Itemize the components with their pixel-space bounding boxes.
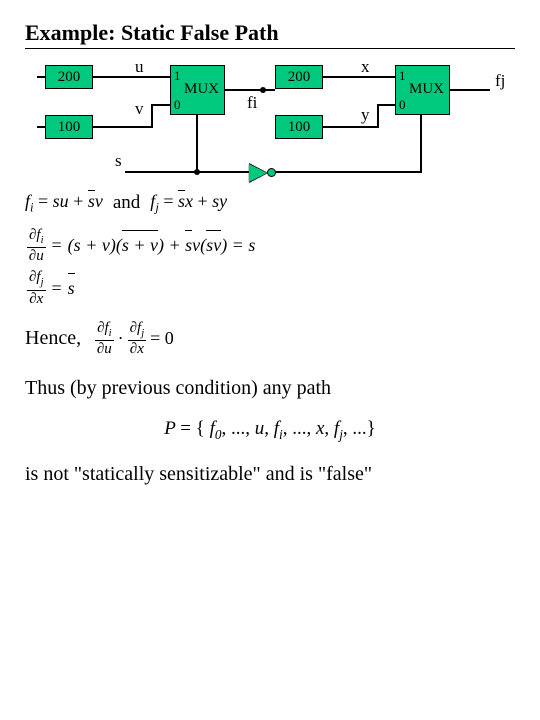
label-v: v — [135, 99, 144, 119]
label-x: x — [361, 57, 370, 77]
hence-line: Hence, ∂fi∂u · ∂fj∂x = 0 — [25, 321, 515, 358]
circuit-diagram: 200 100 u v 1 0 MUX fi 200 100 x y 1 0 M… — [25, 57, 525, 187]
block-y: 100 — [275, 115, 323, 139]
mux1-input-0: 0 — [174, 97, 181, 113]
page-title: Example: Static False Path — [25, 20, 515, 46]
block-x: 200 — [275, 65, 323, 89]
mux2-label: MUX — [409, 81, 444, 98]
mux1-label: MUX — [184, 81, 219, 98]
label-u: u — [135, 57, 144, 77]
fj-lhs: fj — [150, 191, 159, 211]
label-s: s — [115, 151, 122, 171]
mux2-input-1: 1 — [399, 68, 406, 84]
conclusion: is not "statically sensitizable" and is … — [25, 463, 515, 486]
node-fi — [260, 87, 266, 93]
eq-fi-fj: fi = su + sv and fj = sx + sy — [25, 191, 515, 216]
path-set: P = { f0, ..., u, fi, ..., x, fj, ...} — [25, 418, 515, 443]
label-fi: fi — [247, 93, 257, 113]
label-fj: fj — [495, 71, 505, 91]
and-word: and — [113, 192, 140, 214]
partial-derivatives: ∂fi∂u = (s + v)(s + v) + sv(sv) = s ∂fj∂… — [25, 228, 515, 307]
title-rule — [25, 48, 515, 49]
fi-lhs: fi — [25, 191, 34, 211]
hence-word: Hence, — [25, 327, 81, 350]
mux1-input-1: 1 — [174, 68, 181, 84]
label-y: y — [361, 105, 370, 125]
block-u: 200 — [45, 65, 93, 89]
block-v: 100 — [45, 115, 93, 139]
inverter-icon — [249, 164, 267, 182]
mux2-input-0: 0 — [399, 97, 406, 113]
thus-line: Thus (by previous condition) any path — [25, 377, 515, 400]
